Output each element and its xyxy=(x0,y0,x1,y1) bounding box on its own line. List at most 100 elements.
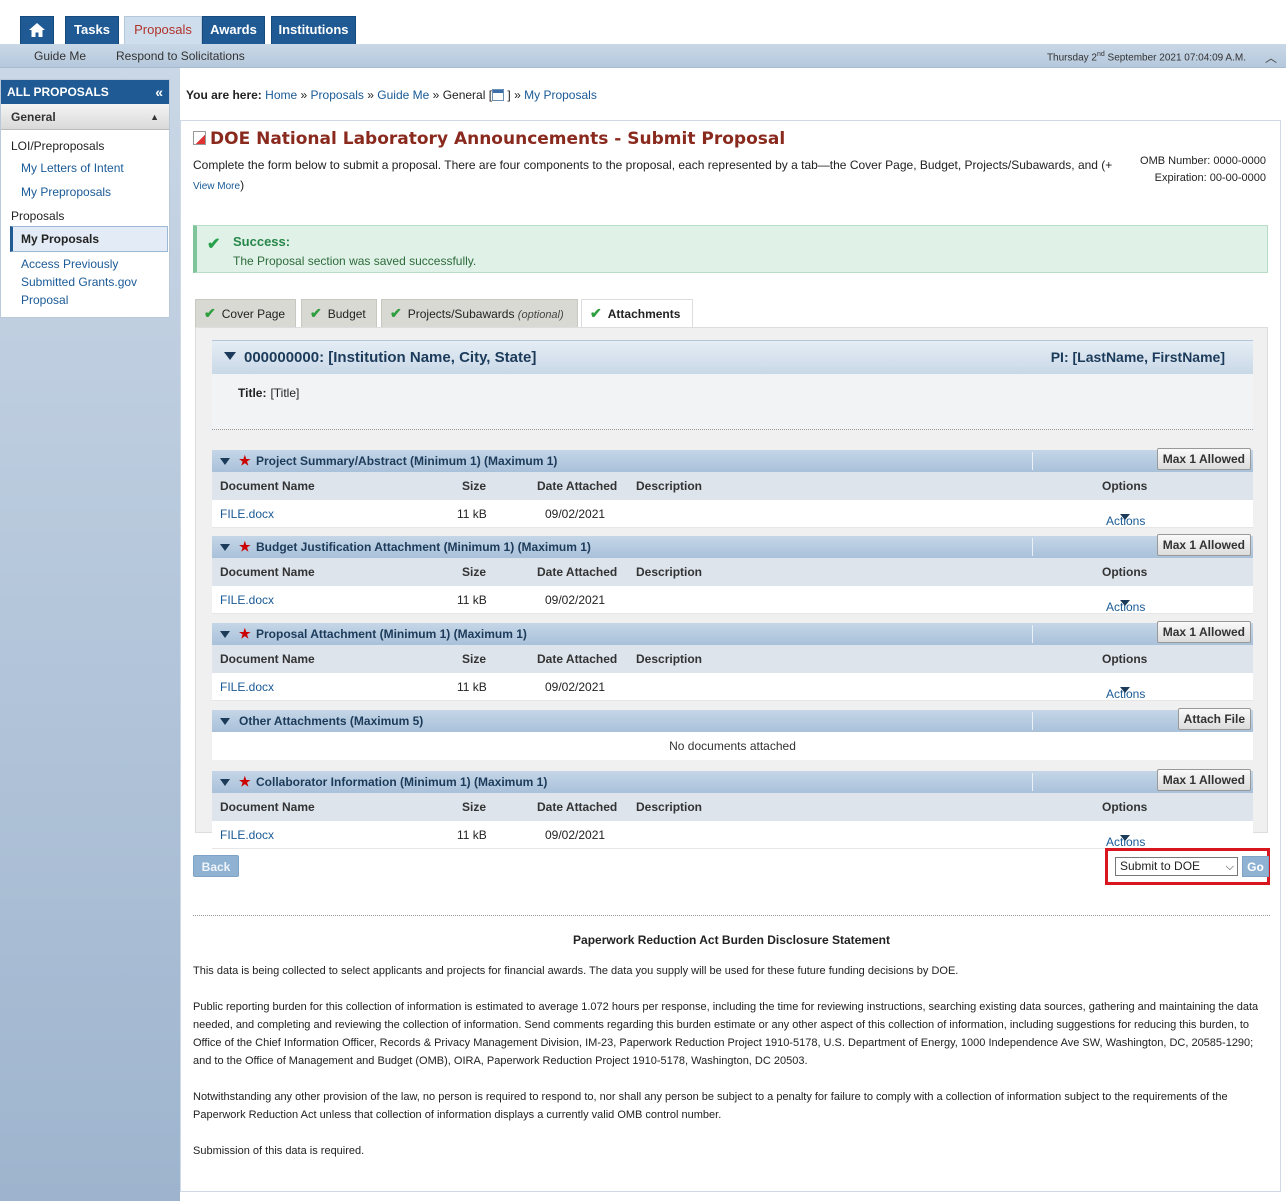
max-allowed-button[interactable]: Max 1 Allowed xyxy=(1156,448,1251,470)
col-date-attached: Date Attached xyxy=(537,565,618,579)
collapse-header-icon[interactable]: ︿ xyxy=(1265,49,1277,66)
col-description: Description xyxy=(636,652,703,666)
go-button[interactable]: Go xyxy=(1242,856,1269,877)
section-title: Proposal Attachment (Minimum 1) (Maximum… xyxy=(256,627,527,641)
collapse-triangle-icon[interactable] xyxy=(220,544,230,551)
collapse-triangle-icon[interactable] xyxy=(220,631,230,638)
check-icon: ✔ xyxy=(310,305,322,321)
subnav-guide-me[interactable]: Guide Me xyxy=(34,49,86,63)
col-size: Size xyxy=(462,652,487,666)
proposal-title: Title: [Title] xyxy=(238,386,300,400)
dropdown-arrow-icon[interactable] xyxy=(1120,835,1130,841)
sidebar-item-my-letters-of-intent[interactable]: My Letters of Intent xyxy=(1,156,169,180)
subnav-respond-to-solicitations[interactable]: Respond to Solicitations xyxy=(116,49,245,63)
breadcrumb-my-proposals[interactable]: My Proposals xyxy=(524,88,597,102)
tab-budget[interactable]: ✔ Budget xyxy=(301,299,377,327)
tab-awards[interactable]: Awards xyxy=(202,16,265,44)
file-size: 11 kB xyxy=(457,507,487,521)
calendar-icon[interactable] xyxy=(492,89,505,101)
divider xyxy=(1032,625,1033,643)
tab-cover-page[interactable]: ✔ Cover Page xyxy=(195,299,296,327)
tab-institutions[interactable]: Institutions xyxy=(271,16,356,44)
collapse-triangle-icon[interactable] xyxy=(220,718,230,725)
col-date-attached: Date Attached xyxy=(537,652,618,666)
file-link[interactable]: FILE.docx xyxy=(220,828,274,842)
col-options: Options xyxy=(1102,479,1148,493)
file-date: 09/02/2021 xyxy=(545,680,606,694)
table-header: Document Name Size Date Attached Descrip… xyxy=(212,558,1253,586)
section-title: Other Attachments (Maximum 5) xyxy=(239,714,424,728)
collapse-triangle-icon[interactable] xyxy=(220,779,230,786)
submit-select-value: Submit to DOE xyxy=(1120,859,1201,873)
section-header[interactable]: ★ Proposal Attachment (Minimum 1) (Maxim… xyxy=(212,621,1253,645)
collapse-triangle-icon[interactable] xyxy=(220,458,230,465)
tab-projects-subawards[interactable]: ✔ Projects/Subawards (optional) xyxy=(381,299,578,327)
success-alert: ✔ Success: The Proposal section was save… xyxy=(193,225,1268,273)
sub-navigation: Guide Me Respond to Solicitations Thursd… xyxy=(0,44,1286,68)
file-link[interactable]: FILE.docx xyxy=(220,507,274,521)
col-size: Size xyxy=(462,479,487,493)
submit-action-select[interactable]: Submit to DOE ⌵ xyxy=(1115,857,1238,876)
breadcrumb-guide-me[interactable]: Guide Me xyxy=(377,88,429,102)
col-document-name: Document Name xyxy=(220,800,315,814)
omb-number-label: OMB Number: xyxy=(1140,155,1211,167)
max-allowed-button[interactable]: Max 1 Allowed xyxy=(1156,769,1251,791)
dropdown-arrow-icon[interactable] xyxy=(1120,600,1130,606)
required-star-icon: ★ xyxy=(239,453,251,468)
view-more-link[interactable]: View More xyxy=(193,181,240,192)
pra-paragraph-4: Submission of this data is required. xyxy=(193,1145,365,1157)
required-star-icon: ★ xyxy=(239,626,251,641)
attachments-panel: 000000000: [Institution Name, City, Stat… xyxy=(195,327,1268,849)
max-allowed-button[interactable]: Max 1 Allowed xyxy=(1156,621,1251,643)
file-link[interactable]: FILE.docx xyxy=(220,593,274,607)
section-header[interactable]: ★ Project Summary/Abstract (Minimum 1) (… xyxy=(212,448,1253,472)
section-header[interactable]: Other Attachments (Maximum 5) Attach Fil… xyxy=(212,708,1253,732)
back-button[interactable]: Back xyxy=(193,855,239,877)
dropdown-arrow-icon[interactable] xyxy=(1120,514,1130,520)
col-options: Options xyxy=(1102,565,1148,579)
attach-file-button[interactable]: Attach File xyxy=(1177,708,1251,730)
divider xyxy=(212,429,1253,430)
file-date: 09/02/2021 xyxy=(545,828,606,842)
section-title: Collaborator Information (Minimum 1) (Ma… xyxy=(256,775,548,789)
section-header[interactable]: ★ Collaborator Information (Minimum 1) (… xyxy=(212,769,1253,793)
breadcrumb-label: You are here: xyxy=(186,88,262,102)
table-row: FILE.docx 11 kB 09/02/2021 Actions xyxy=(212,500,1253,528)
divider xyxy=(1032,538,1033,556)
institution-block: 000000000: [Institution Name, City, Stat… xyxy=(212,340,1253,430)
file-link[interactable]: FILE.docx xyxy=(220,680,274,694)
sidebar-item-my-proposals[interactable]: My Proposals xyxy=(10,226,168,252)
top-navigation: Tasks Proposals Awards Institutions xyxy=(0,0,1286,44)
document-icon xyxy=(193,131,206,145)
tab-proposals[interactable]: Proposals xyxy=(124,16,202,44)
home-tab[interactable] xyxy=(20,16,54,44)
current-datetime: Thursday 2nd September 2021 07:04:09 A.M… xyxy=(1046,51,1246,64)
breadcrumb-home[interactable]: Home xyxy=(265,88,297,102)
sidebar-item-access-grants-gov[interactable]: Access Previously Submitted Grants.gov P… xyxy=(1,252,169,317)
breadcrumb-general: General [ xyxy=(442,88,493,102)
expiration-value: 00-00-0000 xyxy=(1209,172,1266,184)
institution-header[interactable]: 000000000: [Institution Name, City, Stat… xyxy=(212,340,1253,374)
breadcrumb-proposals[interactable]: Proposals xyxy=(311,88,364,102)
dropdown-arrow-icon[interactable] xyxy=(1120,687,1130,693)
sidebar-section-general[interactable]: General ▲ xyxy=(1,104,169,130)
omb-info: OMB Number: 0000-0000 Expiration: 00-00-… xyxy=(1140,153,1266,187)
table-header: Document Name Size Date Attached Descrip… xyxy=(212,645,1253,673)
col-date-attached: Date Attached xyxy=(537,800,618,814)
tab-attachments[interactable]: ✔ Attachments xyxy=(581,299,693,327)
col-document-name: Document Name xyxy=(220,652,315,666)
sidebar-category-loi: LOI/Preproposals xyxy=(11,139,105,153)
section-header[interactable]: ★ Budget Justification Attachment (Minim… xyxy=(212,534,1253,558)
sidebar-item-my-preproposals[interactable]: My Preproposals xyxy=(1,180,169,204)
max-allowed-button[interactable]: Max 1 Allowed xyxy=(1156,534,1251,556)
file-date: 09/02/2021 xyxy=(545,507,606,521)
file-date: 09/02/2021 xyxy=(545,593,606,607)
expand-triangle-icon[interactable] xyxy=(224,352,236,360)
home-icon xyxy=(29,23,45,37)
check-icon: ✔ xyxy=(204,305,216,321)
attachment-section-other: Other Attachments (Maximum 5) Attach Fil… xyxy=(212,708,1253,760)
collapse-sidebar-icon[interactable]: « xyxy=(155,80,163,104)
sidebar-header: ALL PROPOSALS « xyxy=(1,80,169,104)
collapse-section-icon[interactable]: ▲ xyxy=(150,104,159,130)
tab-tasks[interactable]: Tasks xyxy=(65,16,119,44)
